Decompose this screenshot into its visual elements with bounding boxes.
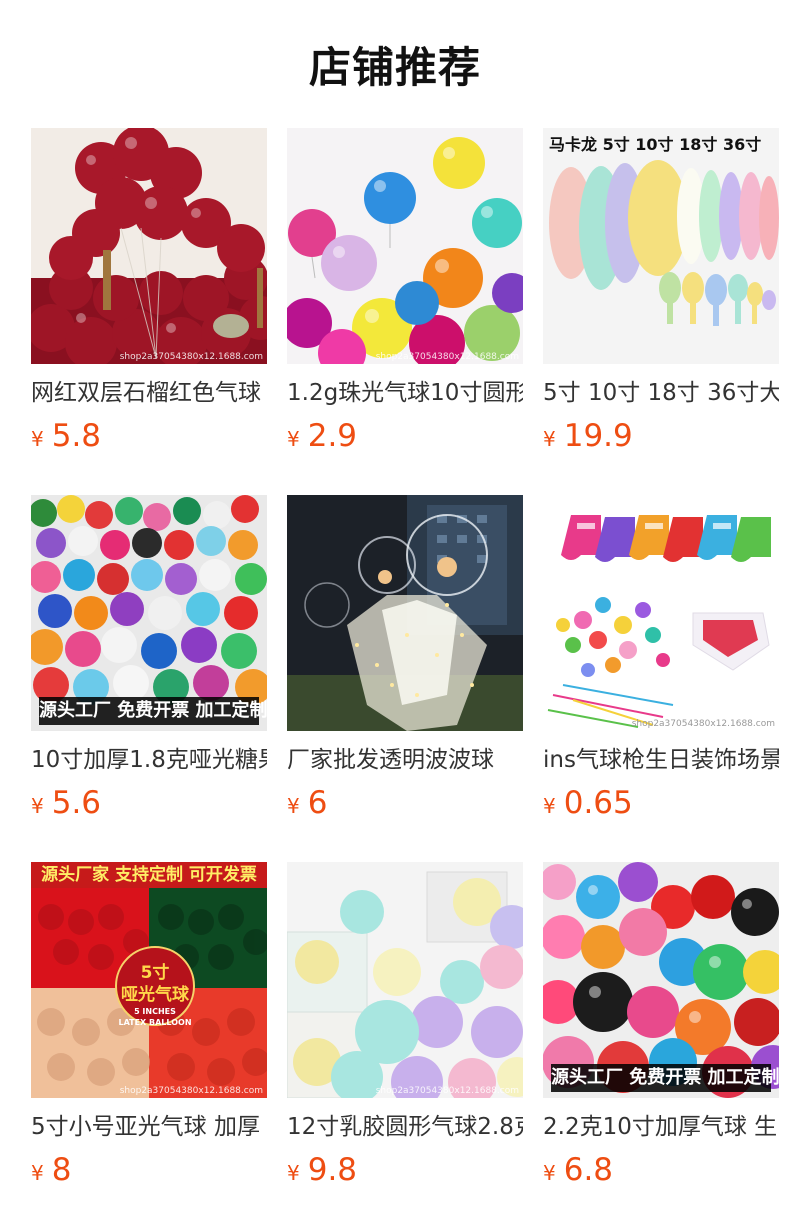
badge-english: 5 INCHES xyxy=(134,1007,176,1016)
currency-symbol: ¥ xyxy=(287,1161,300,1185)
product-title[interactable]: 5寸 10寸 18寸 36寸大号 xyxy=(543,378,779,408)
price-row: ¥ 5.8 xyxy=(31,418,267,454)
product-card[interactable]: 厂家批发透明波波球 ¥ 6 xyxy=(287,495,523,824)
image-watermark: shop2a37054380x12.1688.com xyxy=(119,352,263,362)
badge-subtitle: 哑光气球 xyxy=(121,985,189,1005)
price-row: ¥ 6 xyxy=(287,785,523,821)
product-price: 2.9 xyxy=(307,418,358,454)
product-card[interactable]: 马卡龙 5寸 10寸 18寸 36寸 5寸 10寸 18寸 36寸大号 ¥ 19… xyxy=(543,128,779,457)
multicolor-balloons-image[interactable]: 源头工厂 免费开票 加工定制 xyxy=(31,495,267,731)
currency-symbol: ¥ xyxy=(287,794,300,818)
product-price: 6.8 xyxy=(563,1152,614,1188)
product-price: 0.65 xyxy=(563,785,633,821)
product-card[interactable]: shop2a37054380x12.1688.com 网红双层石榴红色气球 ¥ … xyxy=(31,128,267,457)
macaron-balloons-image[interactable]: 马卡龙 5寸 10寸 18寸 36寸 xyxy=(543,128,779,364)
product-title[interactable]: 2.2克10寸加厚气球 生日 xyxy=(543,1112,779,1142)
product-price: 5.8 xyxy=(51,418,102,454)
currency-symbol: ¥ xyxy=(287,427,300,451)
price-row: ¥ 6.8 xyxy=(543,1152,779,1188)
badge-title: 5寸 xyxy=(140,963,170,983)
currency-symbol: ¥ xyxy=(31,794,44,818)
product-title[interactable]: 1.2g珠光气球10寸圆形 xyxy=(287,378,523,408)
product-badge: 5寸 哑光气球 5 INCHES LATEX BALLOON xyxy=(115,946,195,1027)
product-price: 9.8 xyxy=(307,1152,358,1188)
bobo-balloon-image[interactable] xyxy=(287,495,523,731)
page-title: 店铺推荐 xyxy=(308,42,481,92)
pastel-balloons-boxes-image[interactable]: shop2a37054380x12.1688.com xyxy=(287,862,523,1098)
page-header: 店铺推荐 xyxy=(0,0,790,128)
promo-banner: 源头工厂 免费开票 加工定制 xyxy=(39,697,267,725)
price-row: ¥ 19.9 xyxy=(543,418,779,454)
red-balloon-bouquet-image[interactable]: shop2a37054380x12.1688.com xyxy=(31,128,267,364)
promo-banner: 源头工厂 免费开票 加工定制 xyxy=(551,1064,779,1092)
product-card[interactable]: shop2a37054380x12.1688.com 12寸乳胶圆形气球2.8克… xyxy=(287,862,523,1191)
product-price: 19.9 xyxy=(563,418,633,454)
product-card[interactable]: 源头工厂 免费开票 加工定制 2.2克10寸加厚气球 生日 ¥ 6.8 xyxy=(543,862,779,1191)
currency-symbol: ¥ xyxy=(543,427,556,451)
product-title[interactable]: 网红双层石榴红色气球 xyxy=(31,378,267,408)
product-title[interactable]: 12寸乳胶圆形气球2.8克 xyxy=(287,1112,523,1142)
badge-english-2: LATEX BALLOON xyxy=(118,1018,192,1027)
product-card[interactable]: shop2a37054380x12.1688.com 1.2g珠光气球10寸圆形… xyxy=(287,128,523,457)
pearl-balloons-image[interactable]: shop2a37054380x12.1688.com xyxy=(287,128,523,364)
product-title[interactable]: 厂家批发透明波波球 xyxy=(287,745,523,775)
image-watermark: shop2a37054380x12.1688.com xyxy=(119,1086,263,1096)
image-watermark: shop2a37054380x12.1688.com xyxy=(375,1086,519,1096)
product-title[interactable]: ins气球枪生日装饰场景 xyxy=(543,745,779,775)
confetti-balloon-image[interactable]: shop2a37054380x12.1688.com xyxy=(543,495,779,731)
product-title[interactable]: 5寸小号亚光气球 加厚 xyxy=(31,1112,267,1142)
currency-symbol: ¥ xyxy=(31,1161,44,1185)
price-row: ¥ 0.65 xyxy=(543,785,779,821)
product-price: 5.6 xyxy=(51,785,102,821)
image-watermark: shop2a37054380x12.1688.com xyxy=(375,352,519,362)
currency-symbol: ¥ xyxy=(543,794,556,818)
price-row: ¥ 2.9 xyxy=(287,418,523,454)
product-card[interactable]: 源头工厂 免费开票 加工定制 10寸加厚1.8克哑光糖果色 ¥ 5.6 xyxy=(31,495,267,824)
currency-symbol: ¥ xyxy=(31,427,44,451)
price-row: ¥ 9.8 xyxy=(287,1152,523,1188)
product-grid: shop2a37054380x12.1688.com 网红双层石榴红色气球 ¥ … xyxy=(31,128,779,1191)
product-price: 8 xyxy=(51,1152,72,1188)
thick-balloons-image[interactable]: 源头工厂 免费开票 加工定制 xyxy=(543,862,779,1098)
price-row: ¥ 8 xyxy=(31,1152,267,1188)
product-title[interactable]: 10寸加厚1.8克哑光糖果色 xyxy=(31,745,267,775)
promo-top-banner: 源头厂家 支持定制 可开发票 xyxy=(31,862,267,888)
product-price: 6 xyxy=(307,785,328,821)
image-watermark: shop2a37054380x12.1688.com xyxy=(631,719,775,729)
currency-symbol: ¥ xyxy=(543,1161,556,1185)
product-card[interactable]: shop2a37054380x12.1688.com ins气球枪生日装饰场景 … xyxy=(543,495,779,824)
size-label: 马卡龙 5寸 10寸 18寸 36寸 xyxy=(549,135,762,154)
matte-small-balloons-image[interactable]: 源头厂家 支持定制 可开发票 5寸 哑光气球 5 INCHES LATEX BA… xyxy=(31,862,267,1098)
product-card[interactable]: 源头厂家 支持定制 可开发票 5寸 哑光气球 5 INCHES LATEX BA… xyxy=(31,862,267,1191)
price-row: ¥ 5.6 xyxy=(31,785,267,821)
